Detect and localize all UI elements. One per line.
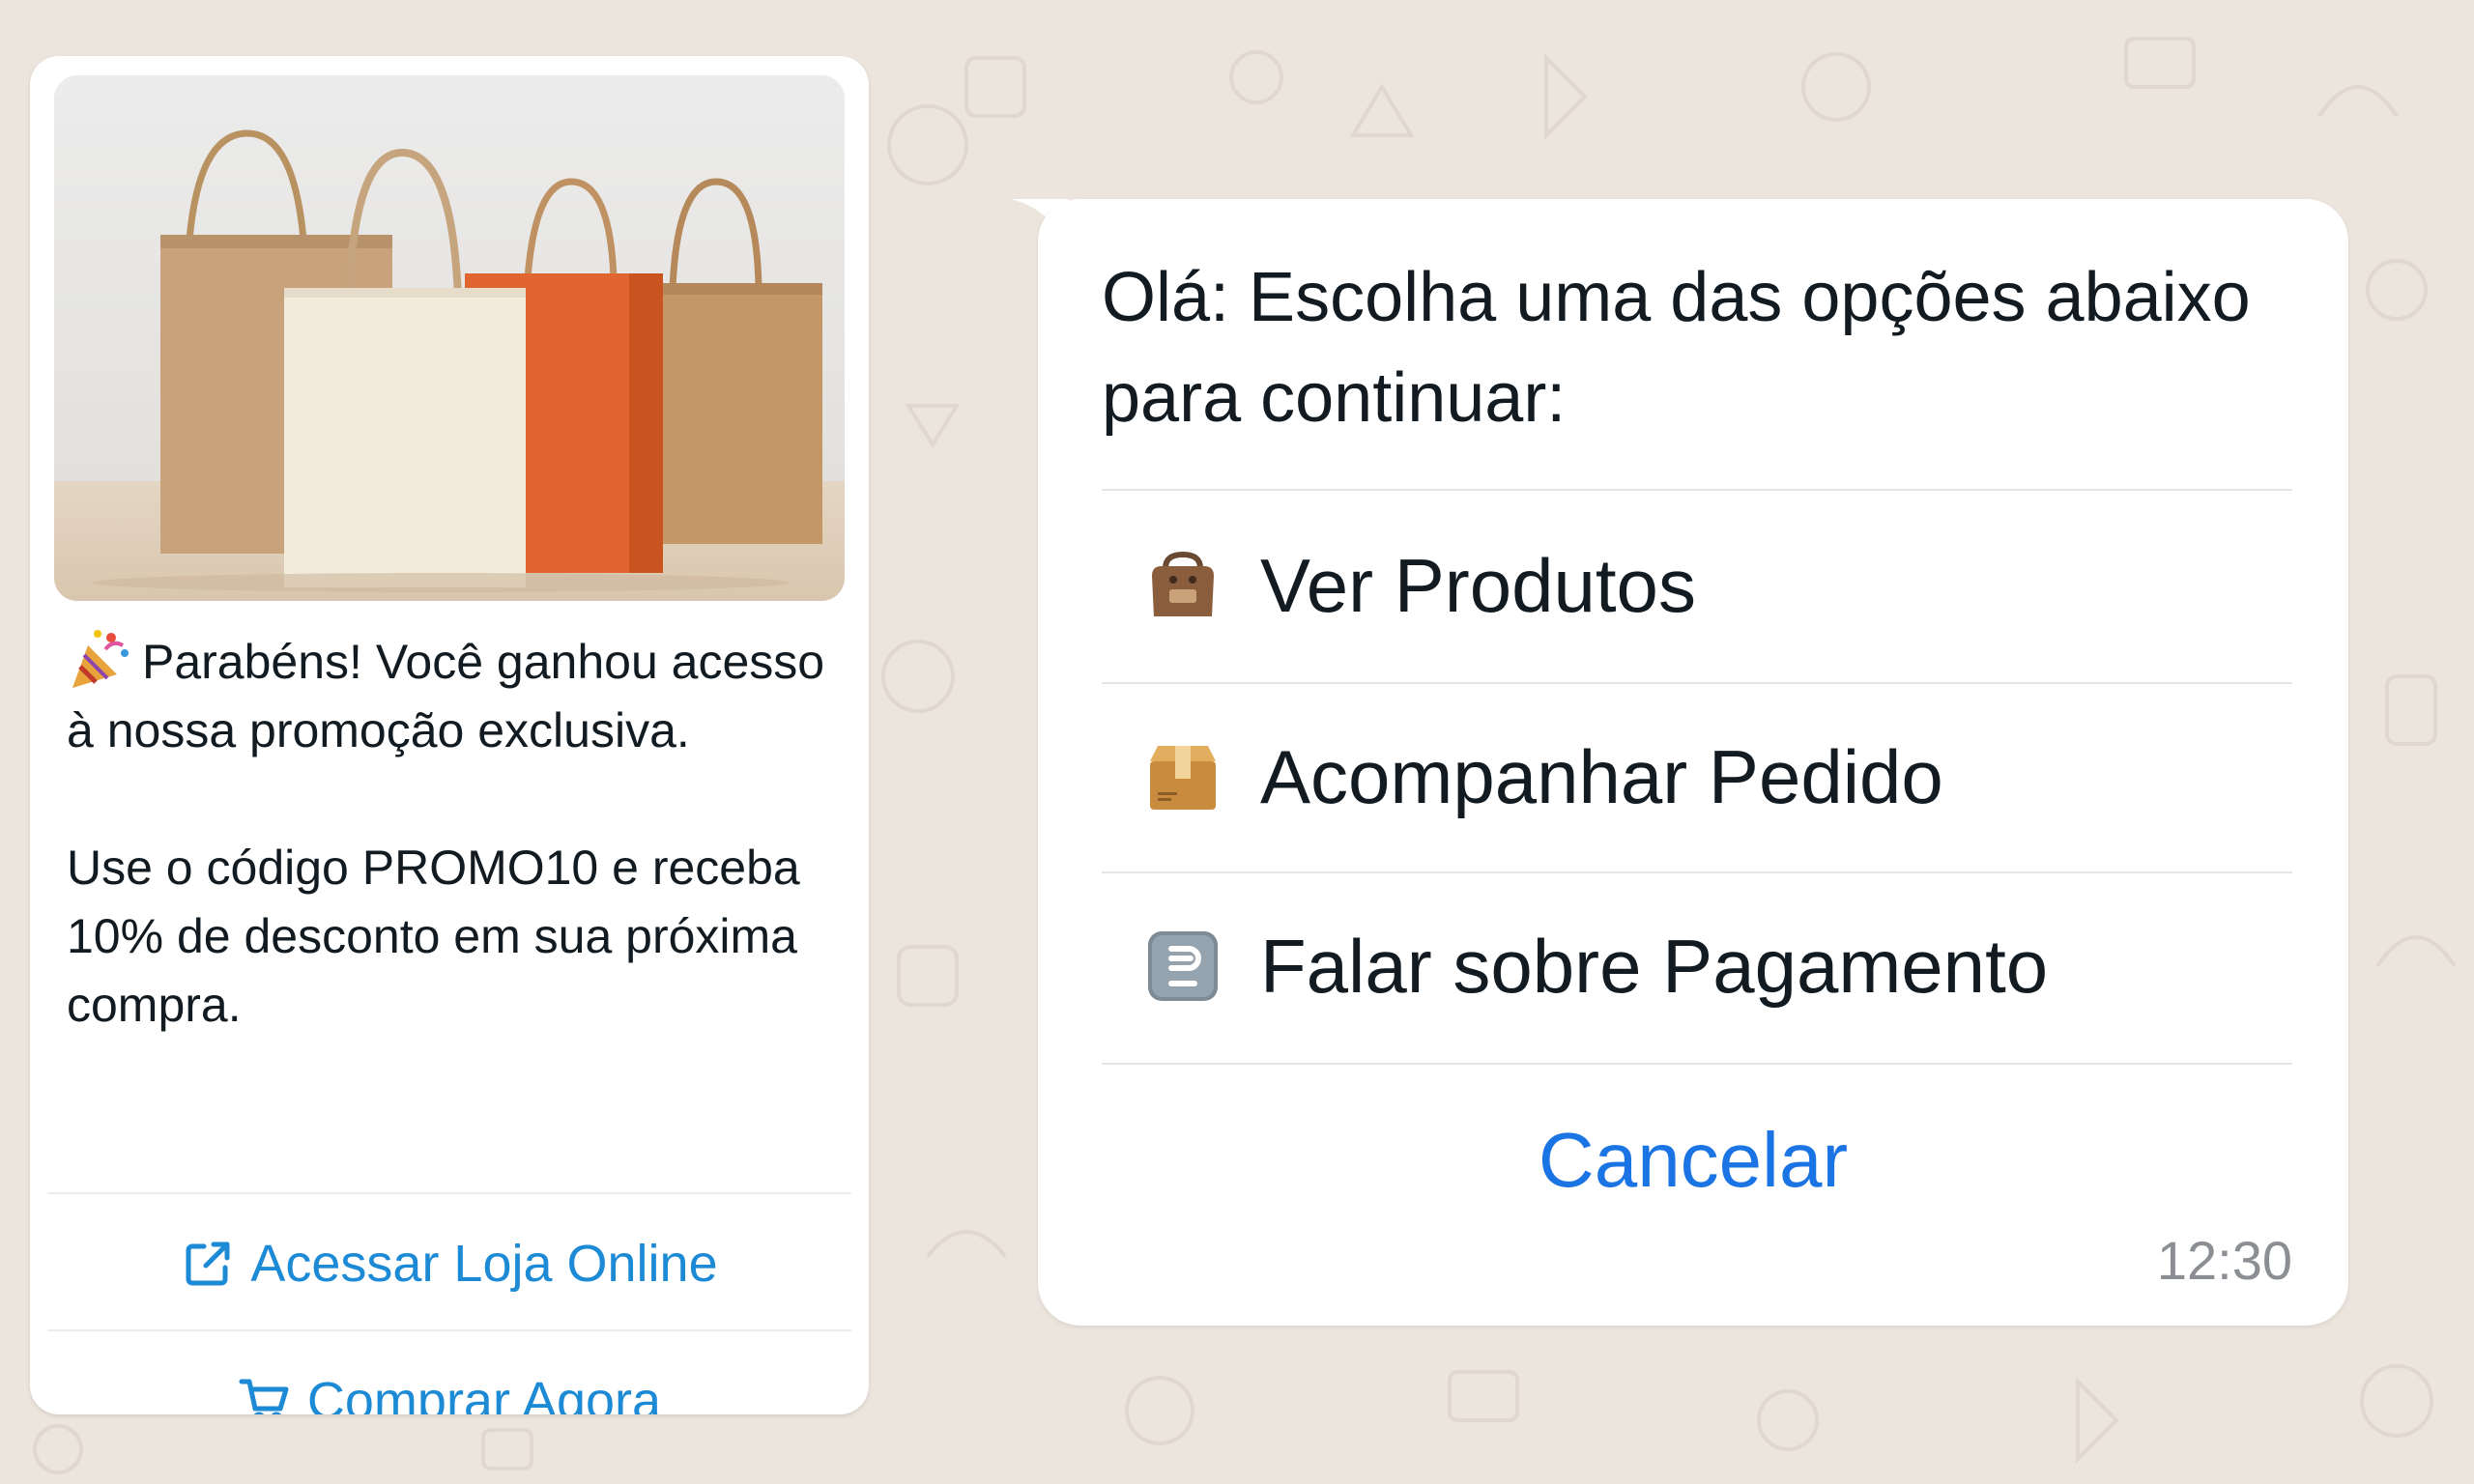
- shopping-bag-icon: [1144, 547, 1222, 624]
- party-popper-icon: [67, 628, 134, 692]
- message-timestamp: 12:30: [2156, 1230, 2292, 1291]
- option-track-order[interactable]: Acompanhar Pedido: [1102, 682, 2292, 871]
- shopping-bags-image: [54, 75, 845, 601]
- buy-now-label: Comprar Agora: [306, 1372, 662, 1414]
- promo-message-card: Parabéns! Você ganhou acesso à nossa pro…: [30, 56, 869, 1414]
- access-online-store-button[interactable]: Acessar Loja Online: [30, 1196, 869, 1331]
- divider: [1102, 1063, 2292, 1065]
- divider: [47, 1192, 851, 1194]
- option-view-products-label: Ver Produtos: [1260, 542, 1696, 628]
- cancel-button[interactable]: Cancelar: [1038, 1069, 2348, 1252]
- promo-paragraph-1: Parabéns! Você ganhou acesso à nossa pro…: [67, 635, 825, 757]
- external-link-icon: [181, 1237, 235, 1291]
- option-payment[interactable]: Falar sobre Pagamento: [1102, 871, 2292, 1061]
- access-online-store-label: Acessar Loja Online: [250, 1235, 718, 1293]
- promo-message-text: Parabéns! Você ganhou acesso à nossa pro…: [67, 628, 859, 1040]
- menu-prompt-text: Olá: Escolha uma das opções abaixo para …: [1102, 259, 2251, 437]
- buy-now-button[interactable]: Comprar Agora: [30, 1333, 869, 1414]
- menu-message-bubble: Olá: Escolha uma das opções abaixo para …: [1038, 199, 2348, 1326]
- option-view-products[interactable]: Ver Produtos: [1102, 491, 2292, 680]
- option-payment-label: Falar sobre Pagamento: [1260, 923, 2049, 1009]
- cart-icon: [238, 1374, 292, 1414]
- divider: [47, 1329, 851, 1331]
- promo-paragraph-2: Use o código PROMO10 e receba 10% de des…: [67, 841, 800, 1032]
- package-icon: [1144, 738, 1222, 815]
- option-track-order-label: Acompanhar Pedido: [1260, 733, 1943, 819]
- payment-icon: [1144, 928, 1222, 1005]
